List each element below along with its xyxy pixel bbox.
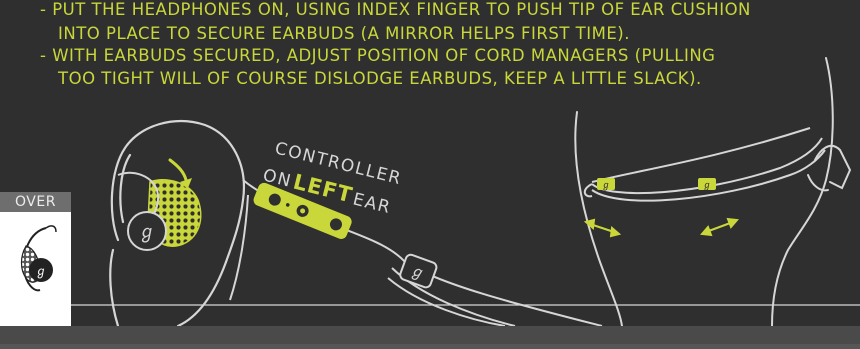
illustration: ℊ ℊ CONTROLLER ON LEFT EAR ℊ ℊ [71,57,860,328]
jaybird-logo-icon: ℊ [399,253,438,289]
svg-text:ℊ: ℊ [35,264,47,278]
over-panel: ℊ [0,212,71,326]
svg-text:ℊ: ℊ [601,181,610,191]
earbud-icon: ℊ [117,158,202,251]
over-tab: OVER [0,192,71,212]
svg-text:ℊ: ℊ [702,181,711,191]
svg-text:ℊ: ℊ [138,222,156,243]
callout-ear: EAR [351,189,393,218]
bottom-strip [0,344,860,349]
adjust-arrow-icon [583,217,739,238]
earbud-thumbnail-icon: ℊ [20,225,57,292]
